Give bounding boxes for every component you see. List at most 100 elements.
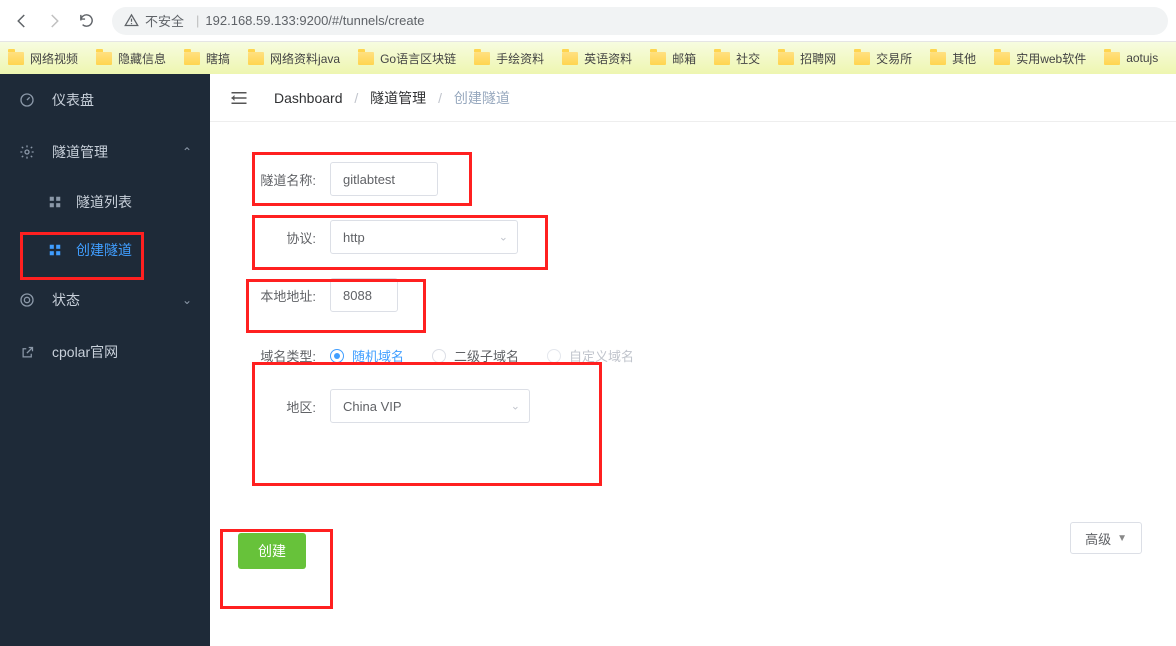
bookmark-label: Go语言区块链: [380, 50, 456, 67]
chevron-up-icon: ⌃: [182, 145, 192, 159]
bookmark-item[interactable]: aotujs: [1104, 51, 1158, 65]
folder-icon: [650, 52, 666, 65]
top-bar: Dashboard / 隧道管理 / 创建隧道: [210, 74, 1176, 122]
bookmark-item[interactable]: 网络资料java: [248, 50, 340, 67]
breadcrumb: Dashboard / 隧道管理 / 创建隧道: [274, 88, 510, 108]
bookmark-item[interactable]: Go语言区块链: [358, 50, 456, 67]
folder-icon: [358, 52, 374, 65]
bookmark-item[interactable]: 瞎搞: [184, 50, 230, 67]
sidebar-item-status[interactable]: 状态 ⌄: [0, 274, 210, 326]
breadcrumb-sep: /: [438, 90, 442, 106]
chevron-down-icon: ⌄: [182, 293, 192, 307]
folder-icon: [8, 52, 24, 65]
local-addr-label: 本地地址:: [238, 286, 330, 305]
bookmark-item[interactable]: 手绘资料: [474, 50, 544, 67]
sidebar-label: 隧道管理: [52, 142, 108, 162]
sidebar-label: 创建隧道: [76, 240, 132, 260]
bookmark-item[interactable]: 实用web软件: [994, 50, 1086, 67]
region-select[interactable]: [330, 389, 530, 423]
create-button[interactable]: 创建: [238, 533, 306, 569]
region-label: 地区:: [238, 397, 330, 416]
tunnel-name-input[interactable]: [330, 162, 438, 196]
menu-collapse-icon[interactable]: [230, 90, 250, 106]
local-addr-input[interactable]: [330, 278, 398, 312]
tunnel-name-label: 隧道名称:: [238, 170, 330, 189]
sidebar-item-tunnel-mgmt[interactable]: 隧道管理 ⌃: [0, 126, 210, 178]
browser-toolbar: 不安全 | 192.168.59.133:9200/#/tunnels/crea…: [0, 0, 1176, 42]
external-link-icon: [18, 345, 36, 360]
radio-custom-domain[interactable]: 自定义域名: [547, 346, 634, 365]
bookmark-label: 英语资料: [584, 50, 632, 67]
breadcrumb-tunnel-mgmt[interactable]: 隧道管理: [370, 90, 426, 106]
sidebar-item-dashboard[interactable]: 仪表盘: [0, 74, 210, 126]
sidebar-label: cpolar官网: [52, 342, 118, 362]
bookmark-item[interactable]: 英语资料: [562, 50, 632, 67]
radio-label: 自定义域名: [569, 346, 634, 365]
breadcrumb-current: 创建隧道: [454, 90, 510, 106]
sidebar: 仪表盘 隧道管理 ⌃ 隧道列表 创建隧道 状态 ⌄: [0, 74, 210, 646]
bookmark-label: 其他: [952, 50, 976, 67]
advanced-button[interactable]: 高级 ▼: [1070, 522, 1142, 554]
folder-icon: [562, 52, 578, 65]
highlight-box: [252, 362, 602, 486]
sidebar-item-tunnel-create[interactable]: 创建隧道: [0, 226, 210, 274]
main-content: Dashboard / 隧道管理 / 创建隧道 隧道名称: 协议: ⌄ 本地地址…: [210, 74, 1176, 646]
bookmark-label: 招聘网: [800, 50, 836, 67]
radio-dot-icon: [330, 349, 344, 363]
grid-icon: [48, 243, 62, 257]
folder-icon: [930, 52, 946, 65]
security-label: 不安全: [145, 11, 184, 30]
bookmark-item[interactable]: 招聘网: [778, 50, 836, 67]
url-bar[interactable]: 不安全 | 192.168.59.133:9200/#/tunnels/crea…: [112, 7, 1168, 35]
radio-subdomain[interactable]: 二级子域名: [432, 346, 519, 365]
bookmark-label: 手绘资料: [496, 50, 544, 67]
sidebar-item-tunnel-list[interactable]: 隧道列表: [0, 178, 210, 226]
sidebar-label: 隧道列表: [76, 192, 132, 212]
warning-icon: [124, 13, 139, 28]
radio-dot-icon: [547, 349, 561, 363]
bookmark-item[interactable]: 交易所: [854, 50, 912, 67]
folder-icon: [248, 52, 264, 65]
bookmark-label: 邮箱: [672, 50, 696, 67]
gear-icon: [18, 144, 36, 160]
advanced-label: 高级: [1085, 529, 1111, 548]
bookmark-item[interactable]: 网络视频: [8, 50, 78, 67]
folder-icon: [778, 52, 794, 65]
bookmark-item[interactable]: 其他: [930, 50, 976, 67]
folder-icon: [184, 52, 200, 65]
bookmark-item[interactable]: 社交: [714, 50, 760, 67]
gauge-icon: [18, 92, 36, 108]
bookmark-item[interactable]: 邮箱: [650, 50, 696, 67]
nav-forward-icon[interactable]: [40, 7, 68, 35]
breadcrumb-dashboard[interactable]: Dashboard: [274, 90, 343, 106]
folder-icon: [1104, 52, 1120, 65]
radio-random-domain[interactable]: 随机域名: [330, 346, 404, 365]
sidebar-label: 仪表盘: [52, 90, 94, 110]
breadcrumb-sep: /: [354, 90, 358, 106]
radio-dot-icon: [432, 349, 446, 363]
triangle-down-icon: ▼: [1117, 533, 1127, 544]
protocol-select[interactable]: [330, 220, 518, 254]
bookmark-label: aotujs: [1126, 51, 1158, 65]
bookmark-label: 交易所: [876, 50, 912, 67]
bookmarks-bar: 网络视频 隐藏信息 瞎搞 网络资料java Go语言区块链 手绘资料 英语资料 邮箱 社交 招聘网…: [0, 42, 1176, 74]
folder-icon: [994, 52, 1010, 65]
url-text: 192.168.59.133:9200/#/tunnels/create: [205, 13, 424, 28]
sidebar-item-cpolar[interactable]: cpolar官网: [0, 326, 210, 378]
radio-label: 随机域名: [352, 346, 404, 365]
bookmark-label: 瞎搞: [206, 50, 230, 67]
bookmark-label: 社交: [736, 50, 760, 67]
folder-icon: [854, 52, 870, 65]
nav-back-icon[interactable]: [8, 7, 36, 35]
bookmark-label: 网络资料java: [270, 50, 340, 67]
url-divider: |: [196, 13, 199, 28]
bookmark-label: 网络视频: [30, 50, 78, 67]
target-icon: [18, 292, 36, 308]
folder-icon: [96, 52, 112, 65]
bookmark-item[interactable]: 隐藏信息: [96, 50, 166, 67]
domain-type-label: 域名类型:: [238, 346, 330, 365]
folder-icon: [474, 52, 490, 65]
protocol-label: 协议:: [238, 228, 330, 247]
nav-reload-icon[interactable]: [72, 7, 100, 35]
bookmark-label: 实用web软件: [1016, 50, 1086, 67]
